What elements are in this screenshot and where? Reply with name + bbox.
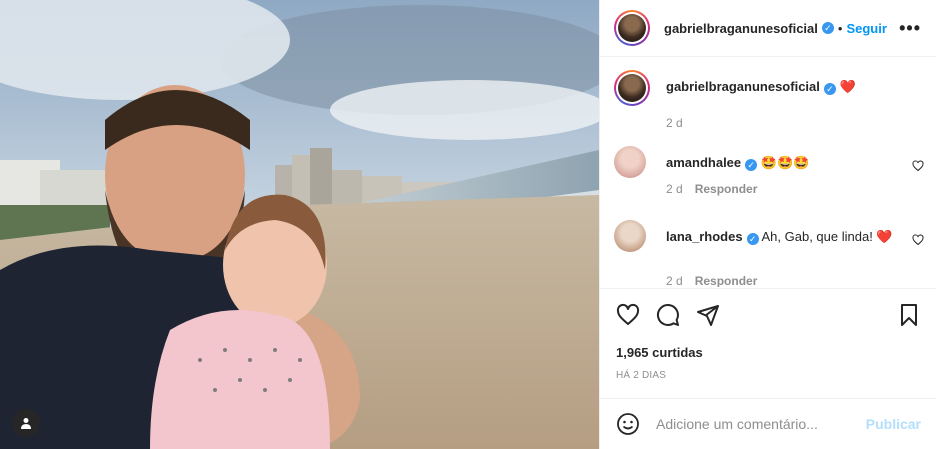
caption-text: ❤️: [839, 79, 856, 94]
user-tag-icon: [21, 418, 31, 429]
heart-icon: [616, 303, 640, 325]
post-actions: 1,965 curtidas HÁ 2 DIAS: [600, 288, 936, 398]
verified-badge-icon: ✓: [745, 159, 758, 171]
caption-username[interactable]: gabrielbraganunesoficial: [666, 79, 820, 94]
verified-badge-icon: ✓: [823, 83, 836, 95]
paper-plane-icon: [697, 305, 719, 326]
verified-badge-icon: ✓: [821, 22, 834, 34]
share-button[interactable]: [696, 303, 720, 327]
comment-username[interactable]: amandhalee: [666, 155, 741, 170]
reply-button[interactable]: Responder: [695, 182, 758, 196]
post-photo[interactable]: [0, 0, 599, 449]
bookmark-icon: [901, 304, 917, 326]
comment-text: Ah, Gab, que linda! ❤️: [761, 229, 893, 244]
header-separator: •: [837, 20, 843, 36]
smiley-icon: [617, 413, 639, 435]
comment-button[interactable]: [656, 303, 680, 327]
comment-time[interactable]: 2 d: [666, 274, 683, 287]
comment-username[interactable]: lana_rhodes: [666, 229, 743, 244]
caption-time[interactable]: 2 d: [666, 116, 683, 130]
heart-icon: [912, 160, 924, 172]
follow-button[interactable]: Seguir: [846, 21, 886, 36]
commenter-avatar[interactable]: [614, 146, 646, 178]
author-username[interactable]: gabrielbraganunesoficial: [664, 21, 818, 36]
reply-button[interactable]: Responder: [695, 274, 758, 287]
likes-count[interactable]: 1,965 curtidas: [616, 345, 703, 360]
author-avatar[interactable]: [614, 10, 650, 46]
caption-avatar[interactable]: [614, 70, 650, 106]
publish-button[interactable]: Publicar: [866, 416, 921, 432]
comment-composer: Publicar: [600, 398, 936, 449]
comment-like-button[interactable]: [912, 234, 924, 249]
emoji-button[interactable]: [616, 412, 640, 436]
post-side-panel: gabrielbraganunesoficial ✓ • Seguir ••• …: [599, 0, 936, 449]
beach-selfie-image: [0, 0, 599, 449]
heart-icon: [912, 234, 924, 246]
comment-icon: [657, 304, 679, 326]
like-button[interactable]: [616, 303, 640, 327]
user-tag-button[interactable]: [12, 409, 40, 437]
commenter-avatar[interactable]: [614, 220, 646, 252]
comment-text: 🤩🤩🤩: [760, 155, 810, 170]
comment-time[interactable]: 2 d: [666, 182, 683, 196]
more-options-button[interactable]: •••: [899, 19, 921, 37]
save-button[interactable]: [897, 303, 921, 327]
comments-list[interactable]: gabrielbraganunesoficial ✓ ❤️ 2 d amandha…: [600, 58, 936, 287]
comment-input[interactable]: [656, 416, 856, 432]
comment-like-button[interactable]: [912, 160, 924, 175]
verified-badge-icon: ✓: [746, 233, 759, 245]
post-timestamp[interactable]: HÁ 2 DIAS: [616, 370, 666, 381]
post-header: gabrielbraganunesoficial ✓ • Seguir •••: [600, 0, 936, 57]
